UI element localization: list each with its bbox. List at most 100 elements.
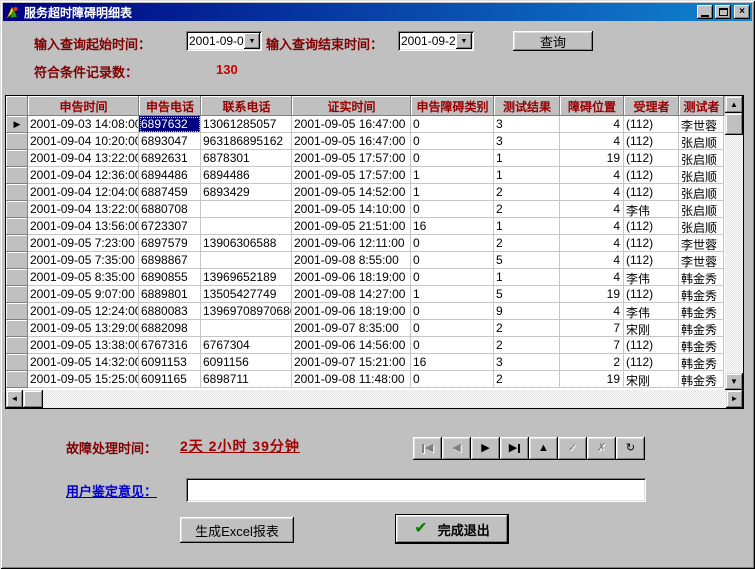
query-button[interactable]: 查询 xyxy=(513,31,593,51)
grid-cell[interactable]: 13505427749 xyxy=(201,286,292,303)
grid-cell[interactable]: 2001-09-05 7:35:00 xyxy=(28,252,139,269)
table-row[interactable]: 2001-09-04 13:22:0068807082001-09-05 14:… xyxy=(6,201,743,218)
grid-cell[interactable]: 7 xyxy=(560,320,624,337)
grid-cell[interactable]: 2 xyxy=(494,371,560,388)
table-row[interactable]: 2001-09-04 13:22:00689263168783012001-09… xyxy=(6,150,743,167)
grid-cell[interactable]: 3 xyxy=(494,133,560,150)
grid-cell[interactable]: (112) xyxy=(624,150,679,167)
grid-cell[interactable]: 6897632 xyxy=(139,116,201,133)
grid-cell[interactable]: 0 xyxy=(411,252,494,269)
excel-export-button[interactable]: 生成Excel报表 xyxy=(180,517,294,543)
column-header[interactable]: 证实时间 xyxy=(292,96,411,116)
grid-cell[interactable]: 韩金秀 xyxy=(679,269,724,286)
grid-cell[interactable]: 2001-09-08 14:27:00 xyxy=(292,286,411,303)
grid-cell[interactable]: 2001-09-05 15:25:00 xyxy=(28,371,139,388)
grid-cell[interactable]: 6091156 xyxy=(201,354,292,371)
grid-cell[interactable]: 张启顺 xyxy=(679,201,724,218)
grid-cell[interactable]: 4 xyxy=(560,269,624,286)
scroll-down-button[interactable]: ▼ xyxy=(725,373,743,390)
grid-cell[interactable]: 2001-09-08 11:48:00 xyxy=(292,371,411,388)
horizontal-scrollbar[interactable]: ◄ ► xyxy=(6,390,743,408)
grid-cell[interactable]: 6723307 xyxy=(139,218,201,235)
grid-cell[interactable]: 7 xyxy=(560,337,624,354)
nav-prior-button[interactable]: ◀ xyxy=(442,437,471,460)
grid-cell[interactable]: (112) xyxy=(624,133,679,150)
grid-cell[interactable]: 2001-09-04 10:20:00 xyxy=(28,133,139,150)
grid-cell[interactable]: 0 xyxy=(411,337,494,354)
grid-cell[interactable]: (112) xyxy=(624,286,679,303)
column-header[interactable]: 测试者 xyxy=(679,96,724,116)
grid-cell[interactable]: 16 xyxy=(411,354,494,371)
grid-cell[interactable]: 2001-09-05 17:57:00 xyxy=(292,150,411,167)
grid-cell[interactable]: 2001-09-04 12:36:00 xyxy=(28,167,139,184)
grid-cell[interactable]: 6878301 xyxy=(201,150,292,167)
horizontal-scroll-thumb[interactable] xyxy=(23,390,43,408)
grid-cell[interactable] xyxy=(201,252,292,269)
table-row[interactable]: 2001-09-05 12:24:00688008313969708970686… xyxy=(6,303,743,320)
grid-cell[interactable]: 0 xyxy=(411,269,494,286)
grid-cell[interactable] xyxy=(201,218,292,235)
grid-cell[interactable]: 2001-09-05 12:24:00 xyxy=(28,303,139,320)
grid-cell[interactable]: (112) xyxy=(624,235,679,252)
column-header[interactable]: 受理者 xyxy=(624,96,679,116)
nav-next-button[interactable]: ▶ xyxy=(471,437,500,460)
grid-cell[interactable]: 6894486 xyxy=(139,167,201,184)
grid-cell[interactable]: 6889801 xyxy=(139,286,201,303)
grid-cell[interactable]: 李伟 xyxy=(624,269,679,286)
grid-cell[interactable]: 2001-09-04 12:04:00 xyxy=(28,184,139,201)
grid-cell[interactable]: 4 xyxy=(560,133,624,150)
grid-cell[interactable]: 963186895162 xyxy=(201,133,292,150)
scroll-left-button[interactable]: ◄ xyxy=(6,390,23,408)
grid-cell[interactable]: (112) xyxy=(624,252,679,269)
grid-cell[interactable]: 2001-09-05 16:47:00 xyxy=(292,133,411,150)
grid-cell[interactable]: 张启顺 xyxy=(679,218,724,235)
grid-cell[interactable]: 李伟 xyxy=(624,303,679,320)
grid-cell[interactable]: 2001-09-06 14:56:00 xyxy=(292,337,411,354)
table-row[interactable]: 2001-09-04 12:36:00689448668944862001-09… xyxy=(6,167,743,184)
grid-cell[interactable]: 李世蓉 xyxy=(679,252,724,269)
grid-cell[interactable]: 6091153 xyxy=(139,354,201,371)
grid-cell[interactable]: 5 xyxy=(494,252,560,269)
grid-cell[interactable]: 6894486 xyxy=(201,167,292,184)
grid-cell[interactable]: 13969652189 xyxy=(201,269,292,286)
grid-cell[interactable]: (112) xyxy=(624,167,679,184)
grid-cell[interactable]: 2 xyxy=(560,354,624,371)
table-row[interactable]: 2001-09-05 13:38:00676731667673042001-09… xyxy=(6,337,743,354)
grid-cell[interactable]: (112) xyxy=(624,184,679,201)
scroll-up-button[interactable]: ▲ xyxy=(725,96,743,113)
table-row[interactable]: 2001-09-05 13:29:0068820982001-09-07 8:3… xyxy=(6,320,743,337)
end-date-dropdown-button[interactable]: ▼ xyxy=(456,33,472,49)
table-row[interactable]: 2001-09-05 8:35:006890855139696521892001… xyxy=(6,269,743,286)
grid-cell[interactable]: 韩金秀 xyxy=(679,371,724,388)
nav-first-button[interactable]: ◀ xyxy=(413,437,442,460)
grid-cell[interactable]: 3 xyxy=(494,354,560,371)
scroll-right-button[interactable]: ► xyxy=(726,390,743,408)
table-row[interactable]: 2001-09-05 9:07:006889801135054277492001… xyxy=(6,286,743,303)
grid-cell[interactable]: 韩金秀 xyxy=(679,303,724,320)
grid-cell[interactable]: 李伟 xyxy=(624,201,679,218)
minimize-button[interactable] xyxy=(697,5,713,19)
grid-cell[interactable]: 2001-09-05 14:52:00 xyxy=(292,184,411,201)
grid-cell[interactable]: 2001-09-06 12:11:00 xyxy=(292,235,411,252)
grid-cell[interactable]: 2001-09-05 9:07:00 xyxy=(28,286,139,303)
grid-cell[interactable]: 1 xyxy=(494,150,560,167)
maximize-button[interactable] xyxy=(715,5,731,19)
grid-cell[interactable]: 2001-09-04 13:56:00 xyxy=(28,218,139,235)
grid-cell[interactable]: 0 xyxy=(411,320,494,337)
grid-cell[interactable]: 2 xyxy=(494,184,560,201)
grid-cell[interactable]: 4 xyxy=(560,218,624,235)
grid-cell[interactable]: 2 xyxy=(494,337,560,354)
grid-cell[interactable]: 6880083 xyxy=(139,303,201,320)
grid-cell[interactable]: 4 xyxy=(560,252,624,269)
grid-cell[interactable]: 4 xyxy=(560,235,624,252)
grid-cell[interactable]: 2001-09-05 14:10:00 xyxy=(292,201,411,218)
table-row[interactable]: 2001-09-05 7:35:0068988672001-09-08 8:55… xyxy=(6,252,743,269)
grid-cell[interactable]: 韩金秀 xyxy=(679,337,724,354)
start-date-combobox[interactable]: 2001-09-05 ▼ xyxy=(186,31,262,51)
grid-cell[interactable]: 19 xyxy=(560,286,624,303)
grid-cell[interactable]: 9 xyxy=(494,303,560,320)
grid-cell[interactable]: 1 xyxy=(411,167,494,184)
vertical-scroll-thumb[interactable] xyxy=(725,113,743,135)
grid-cell[interactable]: (112) xyxy=(624,354,679,371)
grid-cell[interactable]: 张启顺 xyxy=(679,133,724,150)
